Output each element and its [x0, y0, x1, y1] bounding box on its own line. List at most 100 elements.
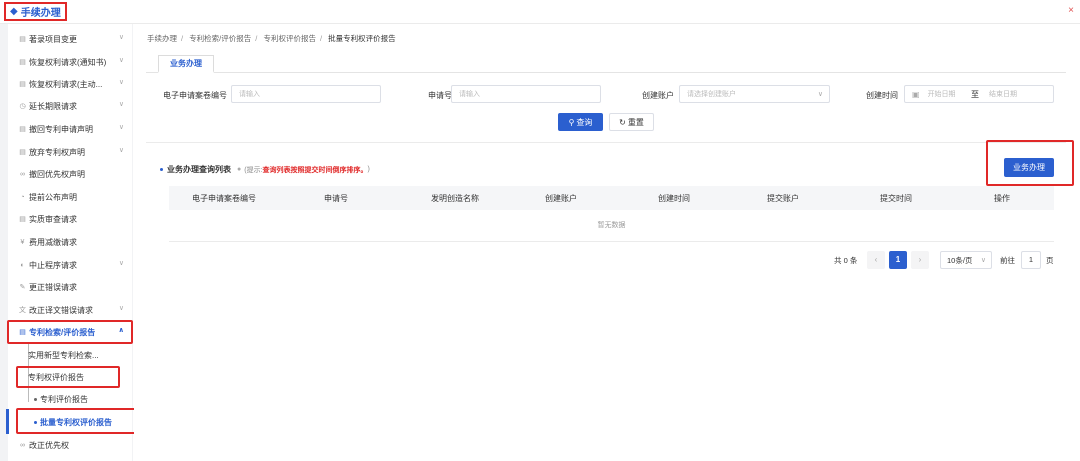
- active-indicator: [6, 409, 9, 434]
- sidebar-item-suspend-procedure[interactable]: ◐ 中止程序请求 ∨: [8, 254, 132, 276]
- sidebar-item-withdraw-application[interactable]: ▤ 撤回专利申请声明 ∨: [8, 118, 132, 140]
- chevron-down-icon: ∨: [980, 257, 986, 264]
- app-no-label: 电子申请案卷编号: [163, 91, 227, 100]
- section-divider: [146, 142, 1066, 143]
- tab-underline: [146, 72, 1066, 73]
- goto-label: 前往: [1000, 255, 1015, 265]
- file-icon: ▤: [19, 81, 26, 88]
- sidebar-item-restore-rights-active[interactable]: ▤ 恢复权利请求(主动... ∨: [8, 73, 132, 95]
- chevron-down-icon: ∨: [118, 260, 124, 267]
- clock-icon: ◷: [19, 103, 26, 110]
- sidebar-item-restore-rights-notice[interactable]: ▤ 恢复权利请求(通知书) ∨: [8, 51, 132, 73]
- column-header: 创建时间: [658, 194, 690, 203]
- sidebar-item-correct-priority[interactable]: ∞ 改正优先权: [8, 434, 132, 456]
- range-separator: 至: [971, 89, 979, 99]
- sidebar-item-fee-reduction[interactable]: ¥ 费用减缴请求: [8, 231, 132, 253]
- breadcrumb: 手续办理 / 专利检索/评价报告 / 专利权评价报告 / 批量专利权评价报告: [147, 34, 396, 43]
- edit-icon: ✎: [19, 284, 26, 291]
- sidebar-item-label: 延长期限请求: [29, 101, 77, 111]
- chevron-down-icon: ∨: [118, 124, 124, 131]
- sidebar-item-substantive-exam[interactable]: ▤ 实质审查请求: [8, 208, 132, 230]
- sidebar-subsubitem-label: 专利评价报告: [40, 394, 88, 404]
- column-header: 创建账户: [545, 194, 577, 203]
- close-icon[interactable]: ×: [1068, 5, 1074, 16]
- column-header: 电子申请案卷编号: [192, 194, 256, 203]
- translate-icon: 文: [19, 307, 26, 314]
- highlight-box-batch: [16, 408, 137, 434]
- date-range-picker[interactable]: ▣ 开始日期 至 结束日期: [904, 85, 1054, 103]
- column-header: 操作: [994, 194, 1010, 203]
- sidebar-subitem-utility-model-search[interactable]: 实用新型专利检索...: [28, 345, 128, 365]
- sidebar-item-label: 撤回专利申请声明: [29, 124, 93, 134]
- file-icon: ▤: [19, 149, 26, 156]
- link-icon: ∞: [20, 441, 25, 449]
- total-count: 共 0 条: [834, 255, 858, 265]
- list-title: 业务办理查询列表 ● (提示: 查询列表按照提交时间倒序排序。 ): [160, 164, 370, 175]
- sidebar-subitem-label: 实用新型专利检索...: [28, 350, 99, 360]
- sidebar: ▤ 著录项目变更 ∨ ▤ 恢复权利请求(通知书) ∨ ▤ 恢复权利请求(主动... ∨ ◷ 延…: [8, 24, 132, 461]
- tag-icon: ◆: [10, 6, 18, 17]
- tab-business[interactable]: 业务办理: [158, 55, 214, 73]
- sidebar-item-abandon-patent[interactable]: ▤ 放弃专利权声明 ∨: [8, 141, 132, 163]
- sidebar-item-bibliographic-change[interactable]: ▤ 著录项目变更 ∨: [8, 28, 132, 50]
- apply-no-input[interactable]: 请输入: [451, 85, 601, 103]
- app-no-input[interactable]: 请输入: [231, 85, 381, 103]
- highlight-box-evaluation: [16, 366, 120, 388]
- hint-suffix: ): [367, 166, 370, 173]
- breadcrumb-item[interactable]: 专利权评价报告: [263, 34, 316, 43]
- current-page-button[interactable]: 1: [889, 251, 907, 269]
- search-icon: ⚲: [568, 117, 575, 127]
- highlight-box-handle-button: [986, 140, 1074, 186]
- empty-table-text: 暂无数据: [169, 210, 1054, 242]
- sidebar-item-correct-error[interactable]: ✎ 更正错误请求: [8, 276, 132, 298]
- sidebar-item-label: 费用减缴请求: [29, 237, 77, 247]
- column-header: 提交账户: [767, 194, 799, 203]
- sidebar-item-label: 改正优先权: [29, 440, 69, 450]
- sidebar-item-label: 实质审查请求: [29, 214, 77, 224]
- page-size-select[interactable]: 10条/页 ∨: [940, 251, 992, 269]
- breadcrumb-item[interactable]: 手续办理: [147, 34, 177, 43]
- sidebar-item-correct-translation[interactable]: 文改正译文错误请求 ∨: [8, 299, 132, 321]
- top-bar: ◆ 手续办理 ×: [0, 0, 1080, 24]
- goto-page-input[interactable]: 1: [1021, 251, 1041, 269]
- sidebar-item-label: 著录项目变更: [29, 34, 77, 44]
- sidebar-item-label: 中止程序请求: [29, 260, 77, 270]
- sidebar-item-extend-deadline[interactable]: ◷ 延长期限请求 ∨: [8, 95, 132, 117]
- account-label: 创建账户: [642, 91, 674, 100]
- sidebar-item-label: 恢复权利请求(通知书): [29, 57, 107, 67]
- highlight-box-report: [7, 320, 133, 344]
- account-select[interactable]: 请选择创建账户 ∨: [679, 85, 830, 103]
- next-page-button[interactable]: ›: [911, 251, 929, 269]
- column-header: 提交时间: [880, 194, 912, 203]
- search-button[interactable]: ⚲ 查询: [558, 113, 603, 131]
- page-header-title[interactable]: ◆ 手续办理: [4, 2, 67, 21]
- calendar-icon: ▣: [912, 89, 920, 99]
- apply-no-label: 申请号: [428, 91, 452, 100]
- header-title-text: 手续办理: [20, 8, 61, 19]
- sidebar-item-label: 撤回优先权声明: [29, 169, 85, 179]
- info-icon: ●: [237, 166, 242, 173]
- time-label: 创建时间: [866, 91, 898, 100]
- file-icon: ▤: [19, 36, 26, 43]
- bullet-dot: [34, 397, 37, 401]
- page-unit-label: 页: [1046, 255, 1054, 265]
- refresh-icon: ↻: [619, 117, 626, 127]
- end-date-placeholder: 结束日期: [989, 91, 1017, 98]
- app-no-placeholder: 请输入: [239, 91, 260, 98]
- reset-button[interactable]: ↻ 重置: [609, 113, 654, 131]
- table-header: 电子申请案卷编号 申请号 发明创造名称 创建账户 创建时间 提交账户 提交时间 …: [169, 186, 1054, 210]
- prev-page-button[interactable]: ‹: [867, 251, 885, 269]
- file-icon: ▤: [19, 59, 26, 66]
- page-size-value: 10条/页: [947, 255, 973, 265]
- search-button-label: 查询: [576, 117, 593, 127]
- chevron-down-icon: ∨: [118, 79, 124, 86]
- hint-prefix: (提示:: [244, 166, 263, 174]
- money-icon: ¥: [20, 238, 25, 246]
- column-header: 申请号: [324, 194, 348, 203]
- sidebar-subsubitem-patent-evaluation[interactable]: 专利评价报告: [34, 389, 134, 409]
- breadcrumb-item[interactable]: 专利检索/评价报告: [189, 34, 251, 43]
- sidebar-item-early-publication[interactable]: ◔ 提前公布声明: [8, 186, 132, 208]
- bell-icon: ◔: [20, 193, 25, 201]
- sidebar-item-label: 恢复权利请求(主动...: [29, 79, 103, 89]
- sidebar-item-withdraw-priority[interactable]: ∞ 撤回优先权声明: [8, 163, 132, 185]
